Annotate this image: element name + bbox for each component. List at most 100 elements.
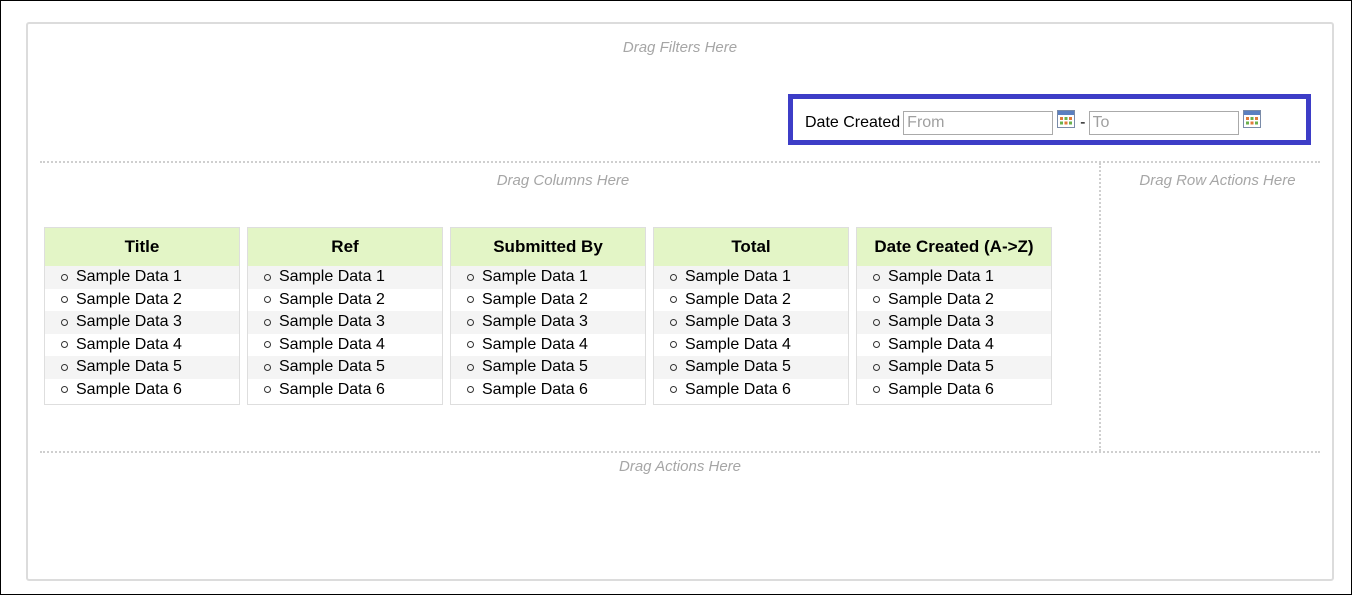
bullet-icon <box>264 386 271 394</box>
sample-data-text: Sample Data 3 <box>279 313 385 330</box>
sample-data-text: Sample Data 4 <box>76 335 182 353</box>
date-filter-label: Date Created <box>805 114 901 131</box>
sample-data-text: Sample Data 2 <box>76 290 182 308</box>
sample-data-text: Sample Data 1 <box>482 268 588 285</box>
sample-data-text: Sample Data 5 <box>888 358 994 375</box>
sample-data-text: Sample Data 3 <box>685 313 791 330</box>
sample-data-text: Sample Data 4 <box>685 335 791 353</box>
report-column[interactable]: Submitted By Sample Data 1 Sample Data 2 Sa… <box>450 227 646 405</box>
bullet-icon <box>670 318 677 326</box>
bullet-icon <box>264 296 271 304</box>
bullet-icon <box>873 341 880 349</box>
sample-data-text: Sample Data 6 <box>888 380 994 398</box>
bullet-icon <box>61 386 68 394</box>
list-item: Sample Data 2 <box>248 289 442 312</box>
section-divider <box>40 161 1320 163</box>
column-sample-list: Sample Data 1 Sample Data 2 Sample Data 3 S… <box>45 266 239 404</box>
list-item: Sample Data 3 <box>451 311 645 334</box>
sample-data-text: Sample Data 6 <box>482 380 588 398</box>
row-actions-divider <box>1099 163 1101 451</box>
bullet-icon <box>264 341 271 349</box>
sample-data-text: Sample Data 5 <box>482 358 588 375</box>
list-item: Sample Data 6 <box>45 379 239 402</box>
sample-data-text: Sample Data 1 <box>888 268 994 285</box>
calendar-icon[interactable] <box>1242 110 1261 128</box>
section-divider <box>40 451 1320 453</box>
bullet-icon <box>873 296 880 304</box>
column-header[interactable]: Title <box>45 228 239 266</box>
list-item: Sample Data 5 <box>654 356 848 379</box>
column-header[interactable]: Ref <box>248 228 442 266</box>
bullet-icon <box>61 273 68 281</box>
row-actions-drop-zone[interactable]: Drag Row Actions Here <box>1103 172 1332 189</box>
sample-data-text: Sample Data 1 <box>279 268 385 285</box>
calendar-icon[interactable] <box>1057 110 1076 128</box>
list-item: Sample Data 4 <box>248 334 442 357</box>
sample-data-text: Sample Data 1 <box>76 268 182 285</box>
sample-data-text: Sample Data 4 <box>279 335 385 353</box>
list-item: Sample Data 2 <box>45 289 239 312</box>
date-filter-highlight: Date Created - <box>788 94 1311 145</box>
list-item: Sample Data 6 <box>857 379 1051 402</box>
sample-data-text: Sample Data 6 <box>685 380 791 398</box>
date-created-filter: Date Created - <box>805 110 1266 135</box>
column-sample-list: Sample Data 1 Sample Data 2 Sample Data 3 S… <box>248 266 442 404</box>
report-column[interactable]: Title Sample Data 1 Sample Data 2 Sample Da… <box>44 227 240 405</box>
actions-drop-zone[interactable]: Drag Actions Here <box>28 458 1332 475</box>
list-item: Sample Data 5 <box>857 356 1051 379</box>
list-item: Sample Data 2 <box>654 289 848 312</box>
sample-data-text: Sample Data 2 <box>279 290 385 308</box>
list-item: Sample Data 1 <box>451 266 645 289</box>
list-item: Sample Data 5 <box>451 356 645 379</box>
bullet-icon <box>61 363 68 371</box>
bullet-icon <box>264 318 271 326</box>
sample-data-text: Sample Data 2 <box>888 290 994 308</box>
bullet-icon <box>467 296 474 304</box>
list-item: Sample Data 1 <box>654 266 848 289</box>
bullet-icon <box>873 363 880 371</box>
column-sample-list: Sample Data 1 Sample Data 2 Sample Data 3 S… <box>857 266 1051 404</box>
sample-data-text: Sample Data 5 <box>76 358 182 375</box>
list-item: Sample Data 4 <box>45 334 239 357</box>
list-item: Sample Data 6 <box>248 379 442 402</box>
report-designer-canvas: Drag Filters Here Date Created From - To… <box>26 22 1334 581</box>
bullet-icon <box>670 273 677 281</box>
filters-drop-zone[interactable]: Drag Filters Here <box>28 39 1332 56</box>
list-item: Sample Data 3 <box>248 311 442 334</box>
screenshot-frame: Drag Filters Here Date Created From - To… <box>0 0 1352 595</box>
date-to-input[interactable] <box>1088 111 1239 135</box>
column-header[interactable]: Date Created (A->Z) <box>857 228 1051 266</box>
list-item: Sample Data 5 <box>248 356 442 379</box>
sample-data-text: Sample Data 3 <box>888 313 994 330</box>
list-item: Sample Data 2 <box>451 289 645 312</box>
report-column[interactable]: Date Created (A->Z) Sample Data 1 Sample D… <box>856 227 1052 405</box>
list-item: Sample Data 3 <box>857 311 1051 334</box>
sample-data-text: Sample Data 6 <box>76 380 182 398</box>
bullet-icon <box>467 386 474 394</box>
sample-data-text: Sample Data 2 <box>685 290 791 308</box>
bullet-icon <box>467 273 474 281</box>
bullet-icon <box>873 386 880 394</box>
column-header[interactable]: Submitted By <box>451 228 645 266</box>
list-item: Sample Data 3 <box>654 311 848 334</box>
columns-drop-zone[interactable]: Drag Columns Here <box>28 172 1098 189</box>
list-item: Sample Data 1 <box>857 266 1051 289</box>
column-sample-list: Sample Data 1 Sample Data 2 Sample Data 3 S… <box>451 266 645 404</box>
date-from-input[interactable] <box>903 111 1054 135</box>
bullet-icon <box>873 273 880 281</box>
sample-data-text: Sample Data 3 <box>482 313 588 330</box>
bullet-icon <box>264 273 271 281</box>
report-column[interactable]: Ref Sample Data 1 Sample Data 2 Sample Data… <box>247 227 443 405</box>
sample-data-text: Sample Data 3 <box>76 313 182 330</box>
list-item: Sample Data 6 <box>654 379 848 402</box>
sample-data-text: Sample Data 5 <box>685 358 791 375</box>
report-column[interactable]: Total Sample Data 1 Sample Data 2 Sample Da… <box>653 227 849 405</box>
list-item: Sample Data 5 <box>45 356 239 379</box>
bullet-icon <box>467 318 474 326</box>
column-header[interactable]: Total <box>654 228 848 266</box>
list-item: Sample Data 6 <box>451 379 645 402</box>
list-item: Sample Data 4 <box>451 334 645 357</box>
bullet-icon <box>670 363 677 371</box>
report-columns: Title Sample Data 1 Sample Data 2 Sample Da… <box>44 227 1052 405</box>
bullet-icon <box>467 363 474 371</box>
